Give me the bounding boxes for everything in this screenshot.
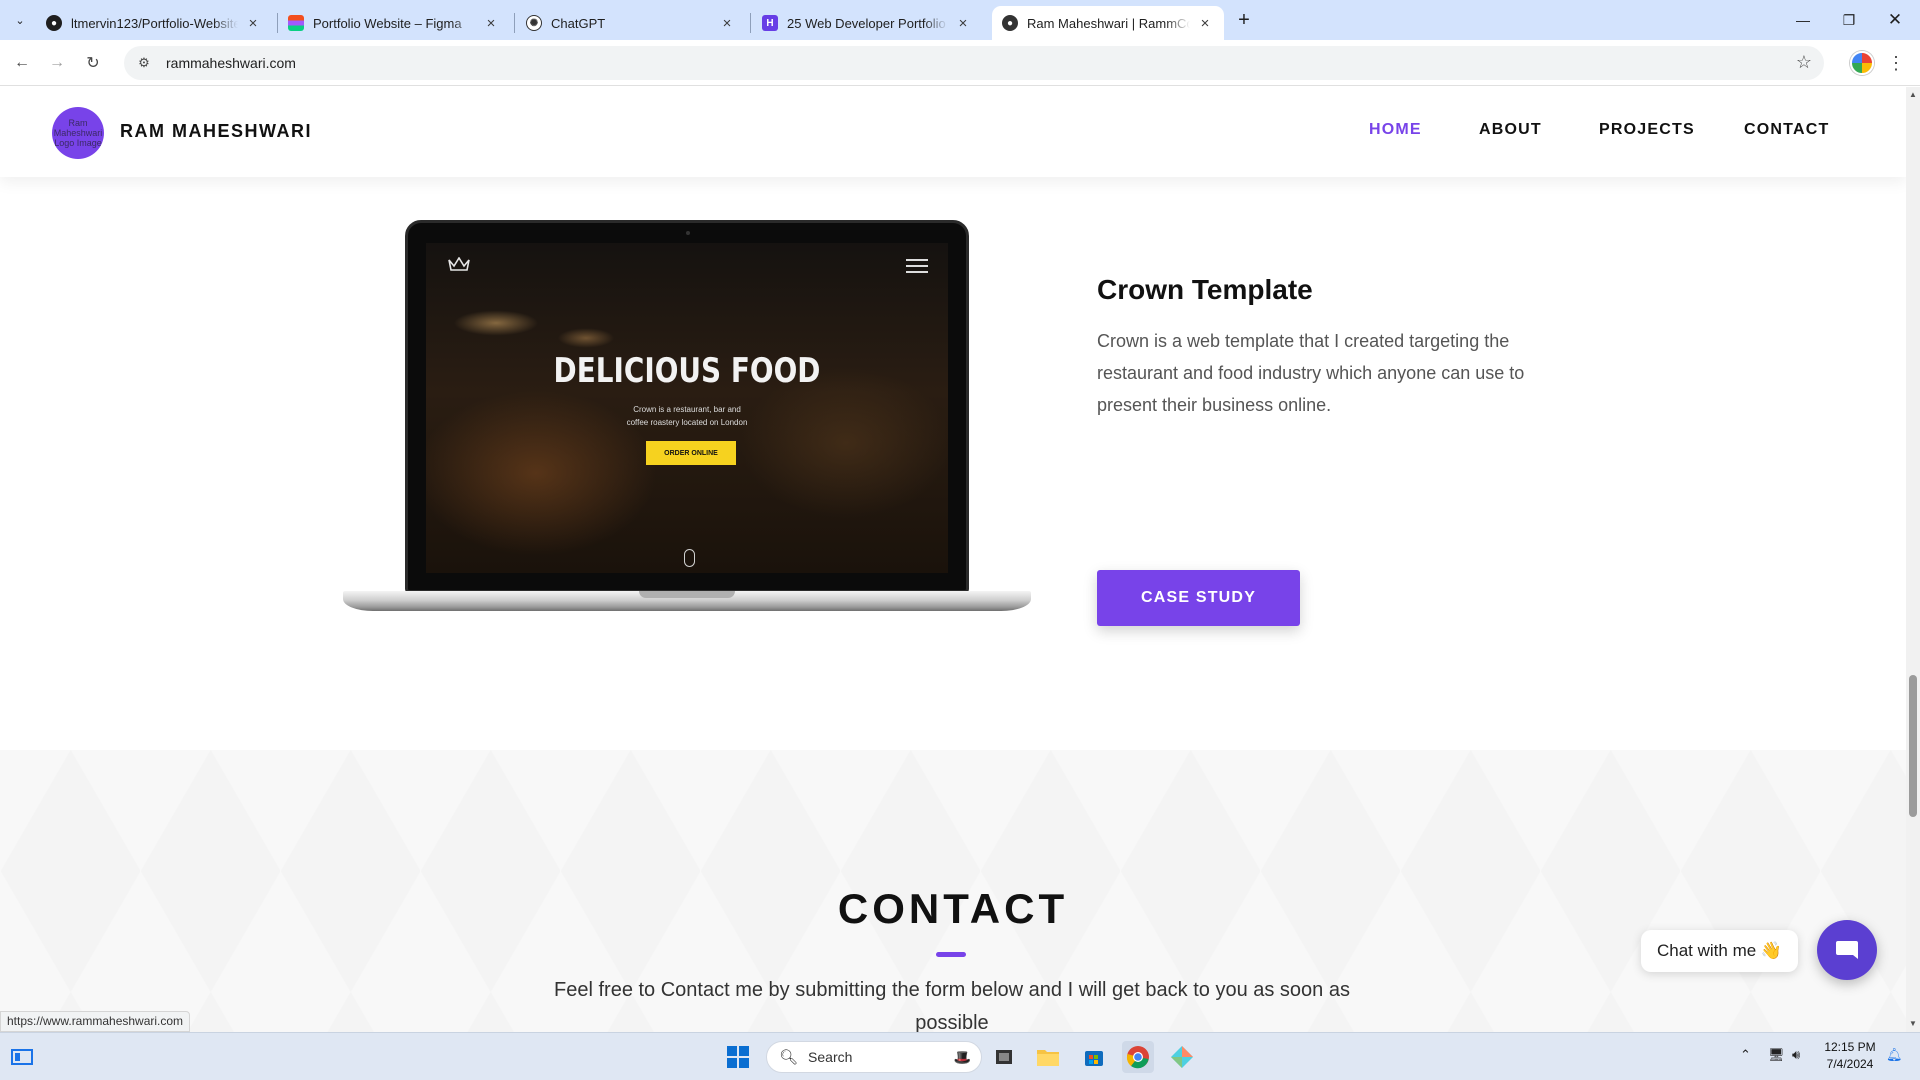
project-description: Crown is a web template that I created t… — [1097, 331, 1525, 415]
tab-title: Portfolio Website – Figma — [313, 15, 462, 31]
search-icon: 🔍︎ — [779, 1049, 799, 1066]
taskbar: 🔍︎ Search 🎩 ⌃ 🖥︎ 🔊︎ 12:15 PM 7/4/2024 🔔︎ — [0, 1032, 1920, 1080]
hostinger-icon: H — [762, 15, 778, 31]
nav-contact[interactable]: CONTACT — [1744, 121, 1829, 139]
nav-about[interactable]: ABOUT — [1479, 121, 1542, 139]
browser-tab-strip: ⌄ ● ltmervin123/Portfolio-Website- × Por… — [0, 0, 1920, 40]
close-icon[interactable]: × — [482, 14, 500, 32]
brand-name[interactable]: RAM MAHESHWARI — [120, 121, 312, 142]
logo-image[interactable]: Ram Maheshwari Logo Image — [52, 107, 104, 159]
laptop-lid: DELICIOUS FOOD Crown is a restaurant, ba… — [405, 220, 969, 593]
site-icon: ● — [1002, 15, 1018, 31]
bookmark-star-icon[interactable]: ☆ — [1796, 52, 1812, 73]
case-study-button[interactable]: CASE STUDY — [1097, 570, 1300, 626]
tab-active-portfolio[interactable]: ● Ram Maheshwari | RammCodes × — [992, 6, 1224, 40]
scroll-mouse-icon — [684, 549, 695, 567]
search-highlight-icon: 🎩 — [953, 1048, 971, 1065]
screen-subline: Crown is a restaurant, bar and coffee ro… — [626, 405, 748, 427]
crown-icon — [448, 257, 470, 271]
volume-icon[interactable]: 🔊︎ — [1792, 1047, 1800, 1063]
figma-icon — [288, 15, 304, 31]
contact-heading: CONTACT — [837, 885, 1069, 932]
github-icon: ● — [46, 15, 62, 31]
tab-chatgpt[interactable]: ✺ ChatGPT × — [516, 6, 746, 40]
new-tab-button[interactable]: + — [1232, 8, 1256, 32]
project-title: Crown Template — [1097, 274, 1313, 305]
restore-icon[interactable]: ❐ — [1826, 6, 1872, 34]
clock-time: 12:15 PM — [1824, 1040, 1876, 1054]
tab-figma[interactable]: Portfolio Website – Figma × — [278, 6, 510, 40]
heading-underline — [936, 952, 966, 957]
laptop-mockup: DELICIOUS FOOD Crown is a restaurant, ba… — [343, 220, 1031, 615]
forward-arrow-icon[interactable]: → — [43, 49, 71, 77]
browser-toolbar: ← → ↻ ⚙ rammaheshwari.com ☆ ⋮ — [0, 40, 1920, 86]
app-diamond-icon[interactable] — [1166, 1041, 1198, 1073]
reload-icon[interactable]: ↻ — [79, 49, 107, 77]
clock-date: 7/4/2024 — [1826, 1057, 1874, 1071]
search-placeholder: Search — [808, 1049, 853, 1065]
laptop-notch — [639, 591, 735, 598]
system-clock[interactable]: 12:15 PM 7/4/2024 — [1822, 1039, 1878, 1073]
back-arrow-icon[interactable]: ← — [8, 49, 36, 77]
screen-headline: DELICIOUS FOOD — [553, 351, 821, 391]
notification-bell-icon[interactable]: 🔔︎ — [1886, 1047, 1903, 1063]
tab-title: 25 Web Developer Portfolio Exa — [787, 15, 948, 31]
close-icon[interactable]: × — [718, 14, 736, 32]
close-window-icon[interactable]: ✕ — [1872, 6, 1918, 34]
page-viewport: Ram Maheshwari Logo Image RAM MAHESHWARI… — [0, 87, 1906, 1032]
page-scrollbar[interactable]: ▲ ▼ — [1906, 87, 1920, 1032]
tab-separator — [750, 13, 751, 33]
widgets-icon[interactable] — [6, 1041, 38, 1073]
url-text[interactable]: rammaheshwari.com — [166, 55, 296, 71]
chrome-icon[interactable] — [1122, 1041, 1154, 1073]
tab-title: ltmervin123/Portfolio-Website- — [71, 15, 238, 31]
network-icon[interactable]: 🖥︎ — [1768, 1047, 1785, 1063]
profile-avatar[interactable] — [1850, 51, 1874, 75]
logo-alt-text: Ram Maheshwari Logo Image — [53, 118, 103, 148]
nav-projects[interactable]: PROJECTS — [1599, 121, 1695, 139]
site-header: Ram Maheshwari Logo Image RAM MAHESHWARI… — [0, 87, 1906, 177]
project-screenshot: DELICIOUS FOOD Crown is a restaurant, ba… — [426, 243, 948, 573]
tab-title: ChatGPT — [551, 15, 606, 31]
chat-icon — [1836, 941, 1858, 959]
scroll-up-arrow-icon[interactable]: ▲ — [1909, 90, 1917, 99]
file-explorer-icon[interactable] — [1032, 1041, 1064, 1073]
screen-order-button: ORDER ONLINE — [646, 441, 736, 465]
show-hidden-icons-chevron-icon[interactable]: ⌃ — [1740, 1047, 1751, 1063]
microsoft-store-icon[interactable] — [1078, 1041, 1110, 1073]
laptop-base — [343, 591, 1031, 611]
status-bar-url: https://www.rammaheshwari.com — [0, 1011, 191, 1032]
more-menu-icon[interactable]: ⋮ — [1886, 52, 1906, 76]
chat-greeting-bubble[interactable]: Chat with me 👋 — [1641, 930, 1799, 972]
site-settings-icon[interactable]: ⚙ — [134, 55, 154, 71]
tab-separator — [514, 13, 515, 33]
tab-hostinger[interactable]: H 25 Web Developer Portfolio Exa × — [752, 6, 982, 40]
nav-home[interactable]: HOME — [1369, 121, 1422, 139]
scroll-down-arrow-icon[interactable]: ▼ — [1909, 1019, 1917, 1028]
minimize-icon[interactable]: — — [1780, 6, 1826, 34]
close-icon[interactable]: × — [244, 14, 262, 32]
close-icon[interactable]: × — [954, 14, 972, 32]
project-section: DELICIOUS FOOD Crown is a restaurant, ba… — [0, 177, 1906, 750]
scrollbar-thumb[interactable] — [1909, 675, 1917, 817]
contact-intro-text: Feel free to Contact me by submitting th… — [554, 979, 1350, 1032]
camera-dot — [686, 231, 690, 235]
address-bar[interactable]: ⚙ rammaheshwari.com ☆ — [124, 46, 1824, 80]
close-icon[interactable]: × — [1196, 14, 1214, 32]
start-windows-icon[interactable] — [722, 1041, 754, 1073]
hamburger-menu-icon — [906, 259, 928, 277]
contact-section: CONTACT Feel free to Contact me by submi… — [0, 750, 1906, 1032]
task-view-icon[interactable] — [988, 1041, 1020, 1073]
chatgpt-icon: ✺ — [526, 15, 542, 31]
tab-search-button[interactable]: ⌄ — [8, 8, 32, 32]
tab-github[interactable]: ● ltmervin123/Portfolio-Website- × — [36, 6, 272, 40]
tab-title: Ram Maheshwari | RammCodes — [1027, 15, 1190, 31]
taskbar-search-box[interactable]: 🔍︎ Search 🎩 — [766, 1041, 982, 1073]
chat-launcher-button[interactable] — [1817, 920, 1877, 980]
